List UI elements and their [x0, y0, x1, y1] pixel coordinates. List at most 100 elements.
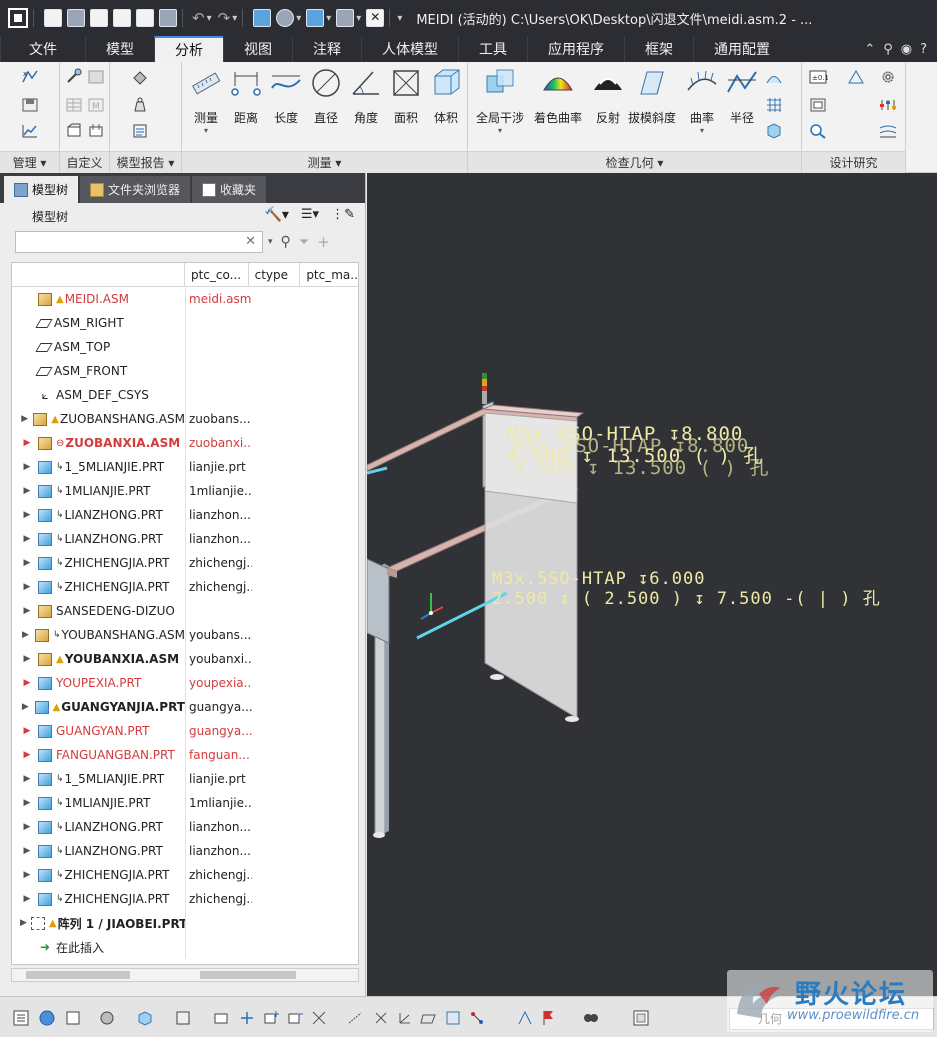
bill-of-materials-icon[interactable]: [130, 122, 150, 140]
find-icon[interactable]: ⚲: [281, 234, 291, 250]
distance-button[interactable]: 距离: [224, 66, 268, 146]
angle-button[interactable]: 角度: [344, 66, 388, 146]
tab-view[interactable]: 视图: [223, 36, 292, 62]
zoom-study-icon[interactable]: [808, 122, 828, 140]
tab-tools[interactable]: 工具: [458, 36, 527, 62]
tree-row[interactable]: ▶ ↳ ZHICHENGJIA.PRT zhichengj...: [12, 887, 358, 911]
tab-favorites[interactable]: 收藏夹: [192, 176, 267, 203]
plane-display-icon[interactable]: [420, 1009, 438, 1027]
mesh-icon[interactable]: [764, 96, 784, 114]
view-manager-icon[interactable]: [174, 1009, 192, 1027]
scroll-thumb-columns[interactable]: [200, 971, 296, 979]
axis-display-icon[interactable]: [346, 1009, 364, 1027]
tree-row[interactable]: ▶ ▲ ZUOBANSHANG.ASM zuobans...: [12, 407, 358, 431]
tree-row[interactable]: ▶ SANSEDENG-DIZUO: [12, 599, 358, 623]
tree-row[interactable]: ➜ 在此插入: [12, 935, 358, 959]
scroll-thumb-tree[interactable]: [26, 971, 130, 979]
shaded-curvature-button[interactable]: 着色曲率: [532, 66, 584, 146]
customize-qa-icon[interactable]: ▾: [397, 13, 402, 24]
expand-arrow-icon[interactable]: ▶: [20, 702, 31, 712]
tab-general-config[interactable]: 通用配置: [693, 36, 790, 62]
feasibility-icon[interactable]: [846, 68, 866, 86]
analysis-graph-icon[interactable]: [20, 122, 40, 140]
toggle-navigator-icon[interactable]: [12, 1009, 30, 1027]
expand-arrow-icon[interactable]: ▶: [20, 846, 34, 856]
tree-row[interactable]: ▲ MEIDI.ASM meidi.asm: [12, 287, 358, 311]
measure-button[interactable]: 测量 ▾: [184, 66, 228, 146]
expand-arrow-icon[interactable]: ▶: [20, 774, 34, 784]
close-window-icon[interactable]: ✕: [366, 9, 385, 27]
global-interference-button[interactable]: 全局干涉 ▾: [476, 66, 524, 146]
tab-manikin[interactable]: 人体模型: [361, 36, 458, 62]
table-icon[interactable]: [64, 96, 84, 114]
datum-display-icon[interactable]: [310, 1009, 328, 1027]
regen-model-icon[interactable]: [253, 9, 272, 27]
expand-arrow-icon[interactable]: ▶: [20, 414, 29, 424]
tree-settings-icon[interactable]: 🔨▾: [264, 207, 288, 223]
tab-annotate[interactable]: 注释: [292, 36, 361, 62]
command-search-icon[interactable]: ◉: [901, 42, 912, 57]
weight-icon[interactable]: [130, 96, 150, 114]
tab-folder-browser[interactable]: 文件夹浏览器: [80, 176, 191, 203]
search-help-icon[interactable]: ⚲: [883, 42, 893, 57]
zoom-in-icon[interactable]: [262, 1009, 280, 1027]
tree-row[interactable]: ▶ ↳ LIANZHONG.PRT lianzhon...: [12, 527, 358, 551]
column-ptc-material[interactable]: ptc_ma...: [300, 263, 358, 286]
measure-cut-icon[interactable]: [86, 122, 106, 140]
expand-arrow-icon[interactable]: ▶: [20, 462, 34, 472]
csys-display-icon[interactable]: [396, 1009, 414, 1027]
tree-filters-icon[interactable]: ⋮✎: [331, 207, 355, 223]
matrix-icon[interactable]: M: [86, 96, 106, 114]
tree-row[interactable]: ▶ ↳ YOUBANSHANG.ASM youbans...: [12, 623, 358, 647]
expand-arrow-icon[interactable]: ▶: [20, 486, 34, 496]
tree-row[interactable]: ▶ ↳1MLIANJIE.PRT 1mlianjie....: [12, 791, 358, 815]
clear-search-icon[interactable]: ✕: [245, 234, 256, 249]
orient-icon[interactable]: [238, 1009, 256, 1027]
save-icon[interactable]: [90, 9, 108, 27]
tree-row[interactable]: ▶ YOUPEXIA.PRT youpexia...: [12, 671, 358, 695]
snapshot-icon[interactable]: [64, 122, 84, 140]
expand-arrow-icon[interactable]: ▶: [20, 510, 34, 520]
tree-row[interactable]: ▶ ↳ LIANZHONG.PRT lianzhon...: [12, 839, 358, 863]
tab-model-tree[interactable]: 模型树: [4, 176, 79, 203]
diameter-button[interactable]: 直径: [304, 66, 348, 146]
expand-arrow-icon[interactable]: ▶: [20, 558, 34, 568]
annotation-display-icon[interactable]: [444, 1009, 462, 1027]
deviation-icon[interactable]: [764, 122, 784, 140]
new-file-icon[interactable]: [44, 9, 62, 27]
sensitivity-icon[interactable]: ±0.1: [808, 68, 829, 86]
relations-icon[interactable]: [86, 68, 106, 86]
analysis-update-icon[interactable]: x: [20, 68, 40, 86]
collapse-ribbon-icon[interactable]: ⌃: [864, 42, 875, 57]
tab-file[interactable]: 文件: [0, 36, 85, 62]
tree-row[interactable]: ▶ ↳ ZHICHENGJIA.PRT zhichengj...: [12, 551, 358, 575]
tree-row[interactable]: ▶ ↳ ZHICHENGJIA.PRT zhichengj...: [12, 575, 358, 599]
expand-arrow-icon[interactable]: ▶: [20, 438, 34, 448]
expand-arrow-icon[interactable]: ▶: [20, 750, 34, 760]
column-ptc-common-name[interactable]: ptc_co...: [185, 263, 249, 286]
expand-arrow-icon[interactable]: ▶: [20, 870, 34, 880]
radius-button[interactable]: 半径: [720, 66, 764, 146]
dihedral-angle-icon[interactable]: [764, 68, 784, 86]
fullscreen-icon[interactable]: [64, 1009, 82, 1027]
expand-arrow-icon[interactable]: ▶: [20, 894, 34, 904]
parameter-icon[interactable]: [878, 96, 898, 114]
tree-row[interactable]: ▶ ⊖ ZUOBANXIA.ASM zuobanxi...: [12, 431, 358, 455]
volume-button[interactable]: 体积: [424, 66, 468, 146]
undo-icon[interactable]: ↶: [192, 9, 205, 27]
custom-analysis-icon[interactable]: [64, 68, 84, 86]
shading-icon[interactable]: [98, 1009, 116, 1027]
tab-framework[interactable]: 框架: [624, 36, 693, 62]
help-icon[interactable]: ?: [920, 42, 927, 57]
expand-arrow-icon[interactable]: ▶: [20, 726, 34, 736]
reflection-button[interactable]: 反射: [586, 66, 630, 146]
regenerate-status-icon[interactable]: [516, 1009, 534, 1027]
view-icon[interactable]: [306, 9, 325, 27]
spin-center-icon[interactable]: [468, 1009, 486, 1027]
zoom-out-icon[interactable]: [286, 1009, 304, 1027]
expand-arrow-icon[interactable]: ▶: [20, 798, 34, 808]
group-label-measure[interactable]: 测量 ▾: [182, 151, 467, 173]
tree-row[interactable]: ▶ ↳ ZHICHENGJIA.PRT zhichengj...: [12, 863, 358, 887]
tree-row[interactable]: ▶ GUANGYAN.PRT guangya...: [12, 719, 358, 743]
tree-row[interactable]: ▶ ↳ 1_5MLIANJIE.PRT lianjie.prt: [12, 767, 358, 791]
